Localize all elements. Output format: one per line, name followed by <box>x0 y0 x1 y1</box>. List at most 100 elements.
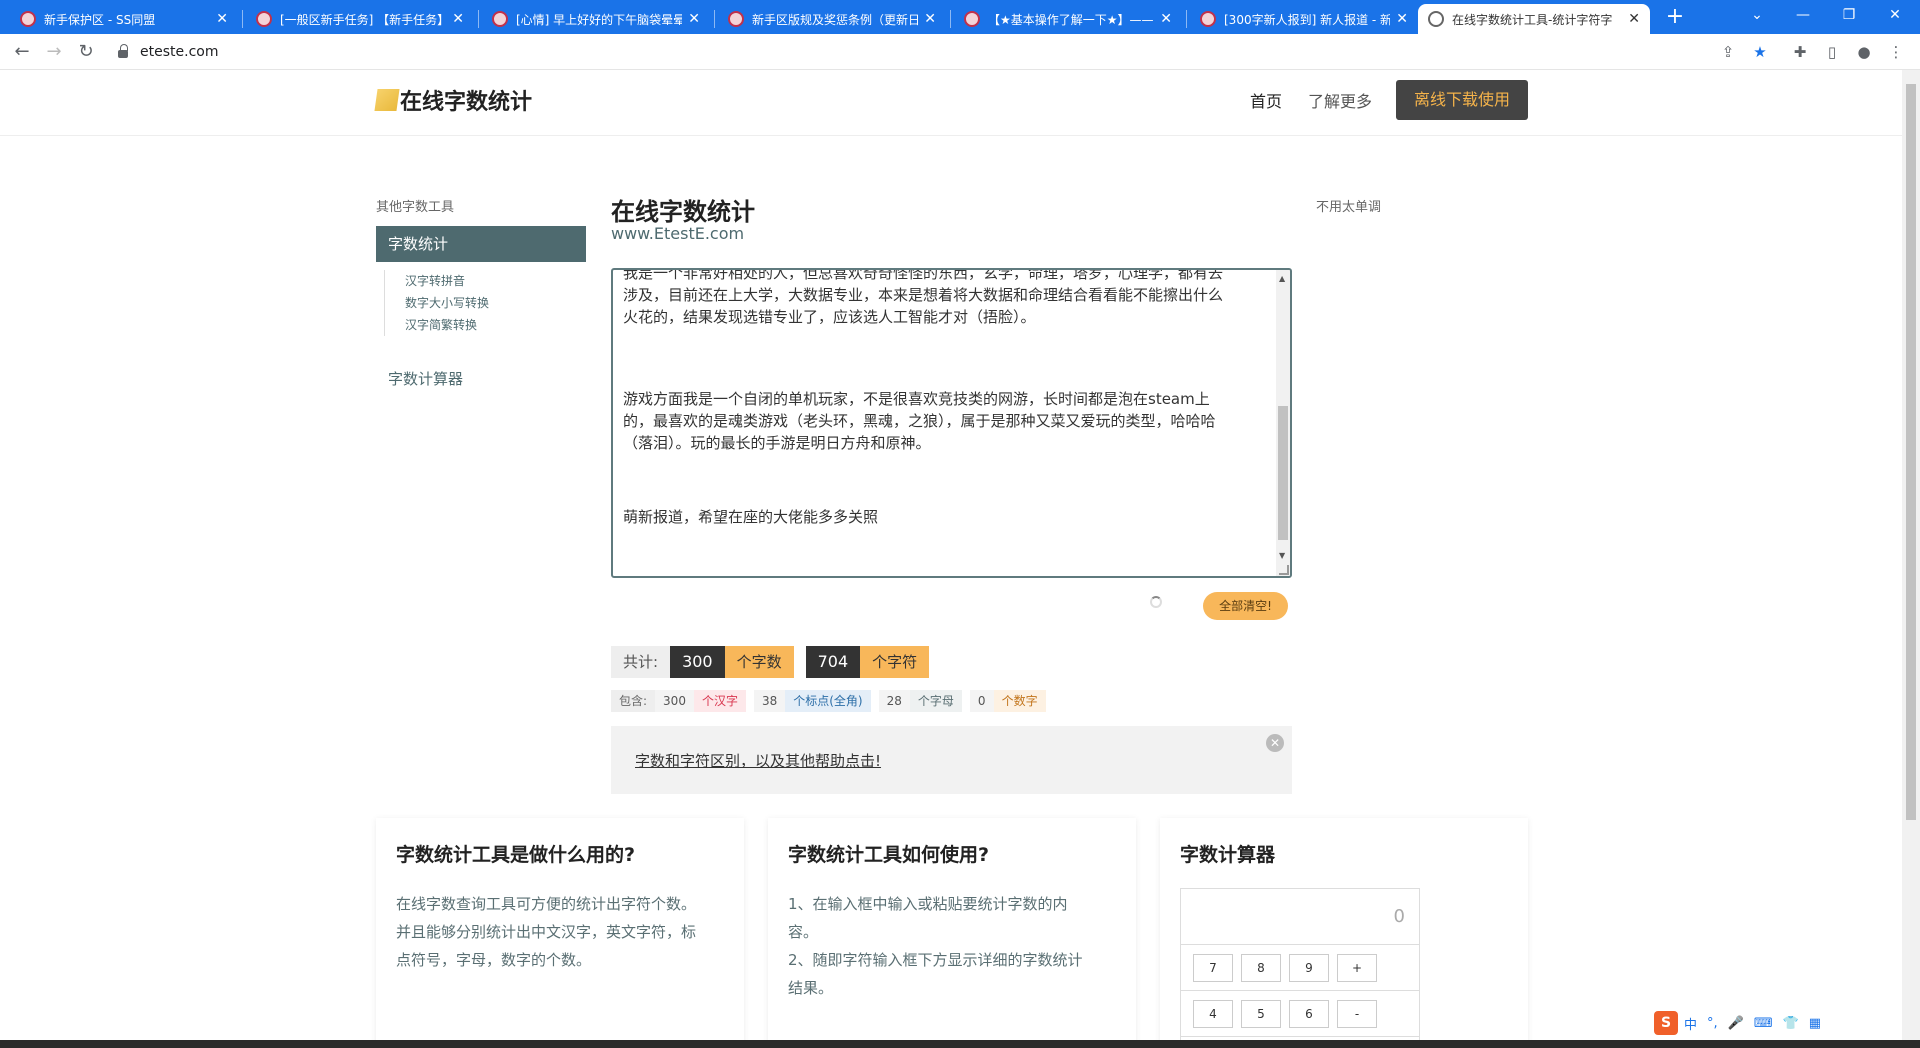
tab-title: 新手区版规及奖惩条例（更新日 <box>752 12 919 27</box>
calc-key-7[interactable]: 7 <box>1193 954 1233 982</box>
site-favicon-icon <box>728 11 744 27</box>
calculator-row: 7 8 9 + <box>1181 945 1419 991</box>
calculator-row: 4 5 6 - <box>1181 991 1419 1037</box>
site-favicon-icon <box>20 11 36 27</box>
site-logo[interactable]: 在线字数统计 <box>374 84 533 116</box>
close-tab-icon[interactable]: ✕ <box>1396 11 1408 27</box>
forward-icon[interactable]: → <box>42 40 66 64</box>
sidebar-item-number-case[interactable]: 数字大小写转换 <box>384 292 494 314</box>
letter-unit: 个字母 <box>909 690 962 712</box>
menu-kebab-icon[interactable]: ⋮ <box>1886 42 1906 62</box>
site-favicon-icon <box>492 11 508 27</box>
card-title: 字数统计工具是做什么用的? <box>396 844 636 866</box>
ime-keyboard-icon[interactable]: ⌨ <box>1754 1016 1773 1031</box>
sidebar-item-calculator[interactable]: 字数计算器 <box>388 368 463 389</box>
share-icon[interactable]: ⇪ <box>1718 42 1738 62</box>
browser-tab[interactable]: 【★基本操作了解一下★】—— ✕ <box>954 4 1182 34</box>
text-line: 涉及，目前还在上大学，大数据专业，本来是想着将大数据和命理结合看看能不能擦出什么 <box>623 286 1224 304</box>
page-scroll-thumb[interactable] <box>1906 84 1916 820</box>
help-link[interactable]: 字数和字符区别，以及其他帮助点击! <box>635 750 881 771</box>
card-title: 字数统计工具如何使用? <box>788 844 990 866</box>
close-tab-icon[interactable]: ✕ <box>1160 11 1172 27</box>
clear-all-button[interactable]: 全部清空! <box>1203 592 1288 620</box>
ime-punctuation-icon[interactable]: °, <box>1707 1016 1718 1031</box>
url-text[interactable]: eteste.com <box>140 44 218 60</box>
resize-handle-icon[interactable] <box>1279 565 1289 575</box>
back-icon[interactable]: ← <box>10 40 34 64</box>
close-tab-icon[interactable]: ✕ <box>1628 11 1640 27</box>
tab-title: 【★基本操作了解一下★】—— <box>988 12 1154 27</box>
calc-key-9[interactable]: 9 <box>1289 954 1329 982</box>
browser-tab[interactable]: [一般区新手任务] 【新手任务】 ✕ <box>246 4 474 34</box>
scroll-down-icon[interactable]: ▼ <box>1279 551 1285 560</box>
logo-icon <box>374 89 400 111</box>
browser-tab-active[interactable]: 在线字数统计工具-统计字符字 ✕ <box>1418 4 1650 34</box>
info-card-purpose: 字数统计工具是做什么用的? 在线字数查询工具可方便的统计出字符个数。 并且能够分… <box>376 818 744 1048</box>
text-line: 萌新报道，希望在座的大佬能多多关照 <box>623 508 879 526</box>
tab-title: 在线字数统计工具-统计字符字 <box>1452 12 1613 27</box>
calc-key-8[interactable]: 8 <box>1241 954 1281 982</box>
calc-key-minus[interactable]: - <box>1337 1000 1377 1028</box>
page-title: 在线字数统计 <box>611 198 755 226</box>
word-count-value: 300 <box>670 646 725 678</box>
browser-tab[interactable]: 新手保护区 - SS同盟 ✕ <box>10 4 238 34</box>
sidebar-item-pinyin[interactable]: 汉字转拼音 <box>384 270 494 292</box>
side-panel-icon[interactable]: ▯ <box>1822 42 1842 62</box>
minimize-icon[interactable]: — <box>1780 0 1826 30</box>
browser-tab[interactable]: [300字新人报到] 新人报道 - 新 ✕ <box>1190 4 1418 34</box>
ime-chinese-mode[interactable]: 中 <box>1684 1014 1697 1033</box>
reload-icon[interactable]: ↻ <box>74 40 98 64</box>
ime-skin-icon[interactable]: 👕 <box>1783 1016 1799 1031</box>
ime-toolbox-icon[interactable]: ▦ <box>1809 1016 1821 1031</box>
punctuation-count: 38 <box>753 690 786 712</box>
text-input-area[interactable]: 我是一个非常好相处的人，但总喜欢奇奇怪怪的东西，玄学，命理，塔罗，心理学，都有去… <box>611 268 1292 578</box>
bookmark-star-icon[interactable]: ★ <box>1750 42 1770 62</box>
hanzi-count: 300 <box>655 690 694 712</box>
digit-count: 0 <box>969 690 994 712</box>
browser-tab[interactable]: 新手区版规及奖惩条例（更新日 ✕ <box>718 4 946 34</box>
text-line: 的，最喜欢的是魂类游戏（老头环，黑魂，之狼），属于是那种又菜又爱玩的类型，哈哈哈 <box>623 412 1216 430</box>
sidebar-item-simplified-traditional[interactable]: 汉字简繁转换 <box>384 314 494 336</box>
close-icon[interactable]: ✕ <box>1266 734 1284 752</box>
sidebar-item-word-count[interactable]: 字数统计 <box>376 226 586 262</box>
address-bar[interactable]: eteste.com <box>108 38 1748 66</box>
digit-unit: 个数字 <box>993 690 1046 712</box>
close-tab-icon[interactable]: ✕ <box>924 11 936 27</box>
logo-text: 在线字数统计 <box>400 90 533 115</box>
totals-bar: 共计: 300 个字数 704 个字符 <box>611 646 930 678</box>
restore-icon[interactable]: ❐ <box>1826 0 1872 30</box>
extensions-icon[interactable]: ✚ <box>1790 42 1810 62</box>
page-scrollbar[interactable] <box>1902 70 1920 1048</box>
help-notice: 字数和字符区别，以及其他帮助点击! ✕ <box>611 726 1292 794</box>
close-window-icon[interactable]: ✕ <box>1872 0 1918 30</box>
os-taskbar <box>0 1040 1920 1048</box>
download-button[interactable]: 离线下载使用 <box>1396 80 1528 120</box>
card-text-line: 容。 <box>788 923 819 941</box>
ime-microphone-icon[interactable]: 🎤 <box>1728 1016 1744 1031</box>
nav-more-link[interactable]: 了解更多 <box>1308 88 1372 112</box>
nav-home-link[interactable]: 首页 <box>1250 88 1282 112</box>
calc-key-5[interactable]: 5 <box>1241 1000 1281 1028</box>
close-tab-icon[interactable]: ✕ <box>216 11 228 27</box>
profile-avatar-icon[interactable]: ● <box>1854 42 1874 62</box>
browser-tab-bar: 新手保护区 - SS同盟 ✕ [一般区新手任务] 【新手任务】 ✕ [心情] 早… <box>0 0 1920 34</box>
textarea-scrollbar[interactable]: ▲ ▼ <box>1276 270 1290 576</box>
close-tab-icon[interactable]: ✕ <box>452 11 464 27</box>
calc-key-plus[interactable]: + <box>1337 954 1377 982</box>
calc-key-4[interactable]: 4 <box>1193 1000 1233 1028</box>
site-favicon-icon <box>256 11 272 27</box>
calc-key-6[interactable]: 6 <box>1289 1000 1329 1028</box>
lock-icon[interactable] <box>118 44 128 58</box>
sogou-ime-icon[interactable]: S <box>1654 1011 1678 1035</box>
totals-label: 共计: <box>611 646 671 678</box>
close-tab-icon[interactable]: ✕ <box>688 11 700 27</box>
page-content: 在线字数统计 首页 了解更多 离线下载使用 其他字数工具 字数统计 汉字转拼音 … <box>0 70 1902 1048</box>
textarea-scroll-thumb[interactable] <box>1278 406 1288 540</box>
scroll-up-icon[interactable]: ▲ <box>1279 274 1285 283</box>
browser-tab[interactable]: [心情] 早上好好的下午脑袋晕晕 ✕ <box>482 4 710 34</box>
tab-search-icon[interactable]: ⌄ <box>1734 0 1780 30</box>
globe-icon <box>1428 11 1444 27</box>
tab-title: 新手保护区 - SS同盟 <box>44 12 156 27</box>
new-tab-button[interactable]: + <box>1662 4 1688 30</box>
text-line: 火花的，结果发现选错专业了，应该选人工智能才对（捂脸）。 <box>623 308 1036 326</box>
